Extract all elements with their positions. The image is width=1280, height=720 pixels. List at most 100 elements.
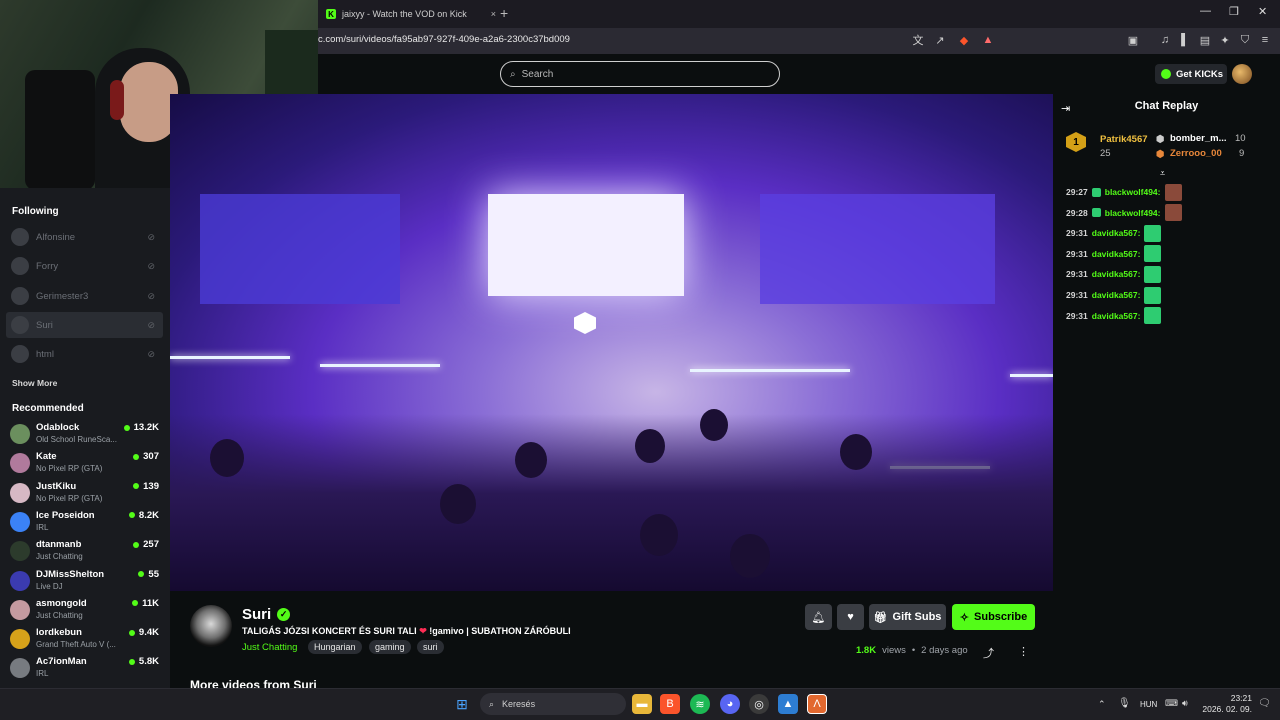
following-item[interactable]: Alfonsine ⊘	[6, 224, 163, 250]
recommended-item[interactable]: Ac7ionMan IRL 5.8K	[10, 654, 162, 683]
tab-title: jaixyy - Watch the VOD on Kick	[342, 9, 467, 19]
recommended-item[interactable]: Kate No Pixel RP (GTA) 307	[10, 449, 162, 478]
get-kicks-button[interactable]: Get KICKs	[1155, 64, 1227, 84]
avatar	[10, 570, 30, 591]
category-link[interactable]: Just Chatting	[242, 642, 297, 653]
leader-count: 25	[1100, 148, 1111, 159]
active-app-icon[interactable]: Λ	[807, 694, 827, 714]
leader-name[interactable]: Zerrooo_00	[1170, 148, 1222, 159]
avatar	[10, 482, 30, 503]
menu-icon[interactable]: ≡	[1258, 33, 1272, 47]
brave-browser-icon[interactable]: B	[660, 694, 680, 714]
taskbar-search[interactable]: ⌕ Keresés	[480, 693, 626, 715]
close-window-button[interactable]: ✕	[1258, 5, 1267, 18]
wallet-icon[interactable]: ▤	[1198, 33, 1212, 47]
chat-message: 29:31 davidka567:	[1066, 265, 1162, 283]
following-item[interactable]: Forry ⊘	[6, 253, 163, 279]
expand-leaderboard-icon[interactable]: ⩡	[1160, 168, 1165, 179]
recommended-item[interactable]: DJMissShelton Live DJ 55	[10, 567, 162, 596]
leader-name[interactable]: bomber_m...	[1170, 133, 1227, 144]
volume-icon[interactable]: 🔊︎	[1182, 698, 1188, 709]
recommended-category: No Pixel RP (GTA)	[36, 464, 103, 474]
sidebar-panel-icon[interactable]: ▣	[1126, 33, 1140, 47]
obs-icon[interactable]: ◎	[749, 694, 769, 714]
user-avatar[interactable]	[1232, 64, 1252, 84]
recommended-name: Ac7ionMan	[36, 656, 87, 668]
crowd-head	[700, 409, 728, 441]
tab-close-icon[interactable]: ×	[491, 9, 496, 19]
windows-start-icon[interactable]: ⊞	[452, 694, 472, 714]
show-more-link[interactable]: Show More	[12, 378, 57, 388]
spotify-icon[interactable]: ≋	[690, 694, 710, 714]
chat-username[interactable]: davidka567:	[1092, 290, 1141, 300]
gift-subs-button[interactable]: 🎁︎ Gift Subs	[869, 604, 946, 630]
share-icon[interactable]: ⤴	[983, 645, 994, 661]
tag[interactable]: suri	[417, 640, 444, 654]
leader-name[interactable]: Patrik4567	[1100, 134, 1148, 145]
tag[interactable]: Hungarian	[308, 640, 362, 654]
microphone-icon[interactable]: 🎙︎	[1118, 698, 1131, 709]
clock[interactable]: 23:21 2026. 02. 09.	[1200, 693, 1252, 715]
file-explorer-icon[interactable]: ▬	[632, 694, 652, 714]
share-icon[interactable]: ↗	[933, 33, 947, 47]
following-name: Gerimester3	[36, 290, 89, 302]
following-item-active[interactable]: Suri ⊘	[6, 312, 163, 338]
search-input[interactable]: ⌕ Search	[500, 61, 780, 87]
reader-icon[interactable]: ▌	[1178, 33, 1192, 47]
live-dot-icon	[128, 629, 135, 636]
channel-name[interactable]: Suri	[242, 606, 271, 623]
crowd-head	[640, 514, 678, 556]
notification-icon[interactable]: 🗨︎	[1258, 698, 1271, 709]
viewer-count: 307	[133, 451, 159, 462]
maximize-button[interactable]: ❐	[1229, 5, 1239, 18]
recommended-category: Grand Theft Auto V (...	[36, 640, 116, 650]
avatar	[10, 599, 30, 620]
neon-light	[320, 364, 440, 367]
tag[interactable]: gaming	[369, 640, 411, 654]
video-player[interactable]	[170, 94, 1053, 591]
chat-username[interactable]: blackwolf494:	[1105, 187, 1161, 197]
discord-icon[interactable]: ◕	[720, 694, 740, 714]
viewer-count-value: 8.2K	[138, 509, 159, 521]
viewer-count-value: 9.4K	[138, 627, 159, 639]
follow-button[interactable]: ♥	[837, 604, 864, 630]
input-language[interactable]: HUN	[1140, 700, 1157, 709]
chat-username[interactable]: davidka567:	[1092, 228, 1141, 238]
photos-icon[interactable]: ▲	[778, 694, 798, 714]
chat-username[interactable]: davidka567:	[1092, 249, 1141, 259]
chat-username[interactable]: davidka567:	[1092, 311, 1141, 321]
crowd-head	[440, 484, 476, 524]
crowd-head	[515, 442, 547, 478]
vpn-shield-icon[interactable]: ⛉	[1238, 33, 1252, 47]
chat-username[interactable]: davidka567:	[1092, 269, 1141, 279]
recommended-item[interactable]: JustKiku No Pixel RP (GTA) 139	[10, 479, 162, 508]
recommended-category: Just Chatting	[36, 610, 83, 620]
more-options-icon[interactable]: ⋮	[1018, 645, 1029, 658]
recommended-item[interactable]: Ice Poseidon IRL 8.2K	[10, 508, 162, 537]
music-icon[interactable]: ♫	[1158, 33, 1172, 47]
recommended-item[interactable]: Odablock Old School RuneSca... 13.2K	[10, 420, 162, 449]
following-item[interactable]: html ⊘	[6, 341, 163, 367]
notification-bell-button[interactable]: 🔔︎	[805, 604, 832, 630]
tray-chevron-icon[interactable]: ⌃	[1098, 699, 1106, 710]
new-tab-button[interactable]: +	[500, 5, 508, 21]
sub-badge-icon	[1091, 187, 1101, 197]
minimize-button[interactable]: —	[1200, 5, 1211, 17]
leo-ai-icon[interactable]: ✦	[1218, 33, 1232, 47]
viewer-count-value: 139	[143, 480, 159, 492]
network-icon[interactable]: ⌨	[1165, 698, 1178, 709]
following-item[interactable]: Gerimester3 ⊘	[6, 283, 163, 309]
browser-tab[interactable]: K jaixyy - Watch the VOD on Kick ×	[326, 3, 496, 25]
channel-avatar[interactable]	[190, 605, 232, 647]
chat-username[interactable]: blackwolf494:	[1105, 208, 1161, 218]
recommended-item[interactable]: lordkebun Grand Theft Auto V (... 9.4K	[10, 625, 162, 654]
recommended-item[interactable]: dtanmanb Just Chatting 257	[10, 537, 162, 566]
subscribe-button[interactable]: ✧ Subscribe	[952, 604, 1035, 630]
viewer-count: 11K	[132, 598, 159, 609]
brave-rewards-icon[interactable]: ▲	[981, 33, 995, 47]
url-text[interactable]: c.com/suri/videos/fa95ab97-927f-409e-a2a…	[318, 34, 570, 45]
translate-icon[interactable]: 文	[911, 33, 925, 47]
viewer-count-value: 13.2K	[133, 422, 159, 433]
recommended-item[interactable]: asmongold Just Chatting 11K	[10, 596, 162, 625]
brave-shield-icon[interactable]: ◆	[957, 33, 971, 47]
